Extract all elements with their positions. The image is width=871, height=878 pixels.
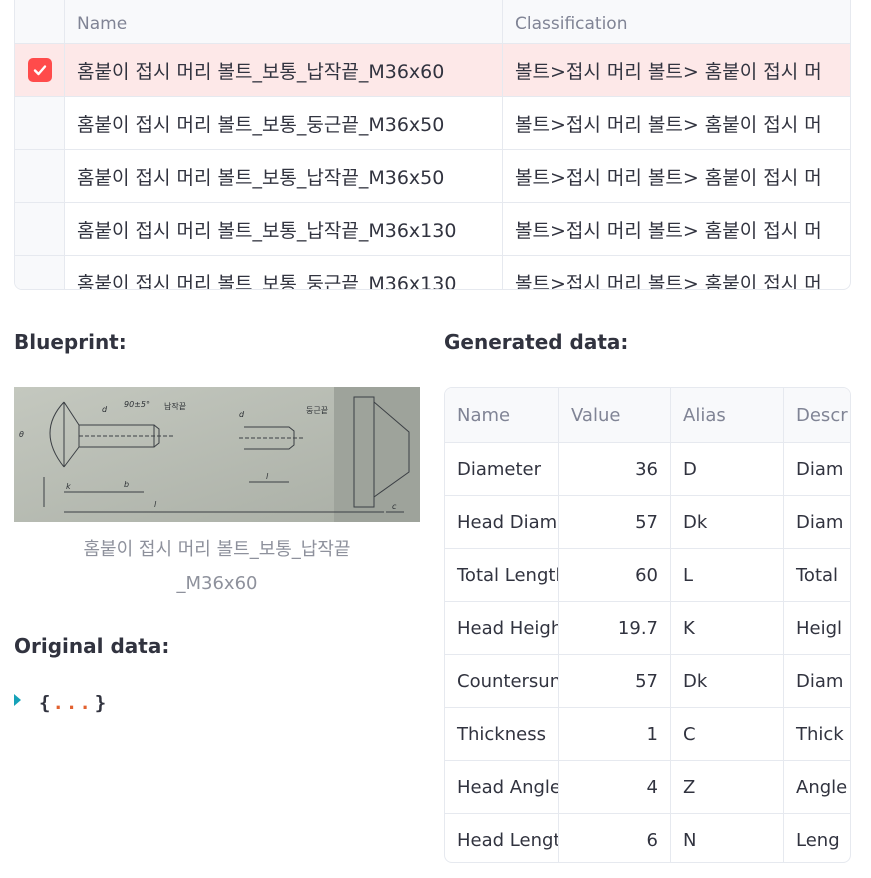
table-row[interactable]: 홈붙이 접시 머리 볼트_보통_납작끝_M36x50 볼트>접시 머리 볼트> … xyxy=(15,150,850,203)
cell-value[interactable]: 4 xyxy=(559,761,671,813)
table-row[interactable]: 홈붙이 접시 머리 볼트_보통_납작끝_M36x60 볼트>접시 머리 볼트> … xyxy=(15,44,850,97)
svg-text:k: k xyxy=(66,482,71,491)
cell-description[interactable]: Angle xyxy=(784,761,850,813)
column-header-name[interactable]: Name xyxy=(445,388,559,442)
table-row[interactable]: Diameter 36 D Diam xyxy=(445,443,850,496)
cell-alias[interactable]: D xyxy=(671,443,784,495)
cell-value[interactable]: 6 xyxy=(559,814,671,862)
cell-description[interactable]: Total xyxy=(784,549,850,601)
column-header-alias[interactable]: Alias xyxy=(671,388,784,442)
table-cell-classification[interactable]: 볼트>접시 머리 볼트> 홈붙이 접시 머 xyxy=(503,97,850,149)
row-select-cell[interactable] xyxy=(15,256,65,289)
checked-checkbox[interactable] xyxy=(27,58,52,82)
table-header: Name Classification xyxy=(15,0,850,44)
cell-description[interactable]: Thick xyxy=(784,708,850,760)
svg-text:둥근끝: 둥근끝 xyxy=(306,406,328,415)
cell-name[interactable]: Head Lengt xyxy=(445,814,559,862)
cell-name[interactable]: Total Lengtl xyxy=(445,549,559,601)
cell-alias[interactable]: Dk xyxy=(671,655,784,707)
checkmark-icon xyxy=(33,65,46,76)
cell-alias[interactable]: K xyxy=(671,602,784,654)
table-row[interactable]: Head Diame 57 Dk Diam xyxy=(445,496,850,549)
table-cell-name[interactable]: 홈붙이 접시 머리 볼트_보통_둥근끝_M36x50 xyxy=(65,97,503,149)
cell-alias[interactable]: Z xyxy=(671,761,784,813)
generated-data-heading: Generated data: xyxy=(444,330,629,354)
blueprint-heading: Blueprint: xyxy=(14,330,127,354)
table-row[interactable]: Head Angle 4 Z Angle xyxy=(445,761,850,814)
cell-alias[interactable]: L xyxy=(671,549,784,601)
header-select-cell[interactable] xyxy=(15,0,65,43)
table-cell-classification[interactable]: 볼트>접시 머리 볼트> 홈붙이 접시 머 xyxy=(503,44,850,96)
json-open-brace: { xyxy=(39,692,51,714)
cell-value[interactable]: 57 xyxy=(559,655,671,707)
column-header-description[interactable]: Descr xyxy=(784,388,850,442)
cell-alias[interactable]: Dk xyxy=(671,496,784,548)
svg-text:90±5°: 90±5° xyxy=(124,400,150,409)
expand-caret-icon[interactable] xyxy=(14,694,21,706)
row-select-cell[interactable] xyxy=(15,203,65,255)
cell-description[interactable]: Diam xyxy=(784,496,850,548)
table-row[interactable]: 홈붙이 접시 머리 볼트_보통_둥근끝_M36x130 볼트>접시 머리 볼트>… xyxy=(15,256,850,290)
table-cell-classification[interactable]: 볼트>접시 머리 볼트> 홈붙이 접시 머 xyxy=(503,203,850,255)
svg-text:θ: θ xyxy=(19,430,24,439)
table-row[interactable]: Head Lengt 6 N Leng xyxy=(445,814,850,862)
table-row[interactable]: Head Heigh 19.7 K Heigl xyxy=(445,602,850,655)
bolt-drawing: θ d 90±5° 납작끝 b k l d 둥근끝 l c xyxy=(14,387,420,522)
table-row[interactable]: 홈붙이 접시 머리 볼트_보통_둥근끝_M36x50 볼트>접시 머리 볼트> … xyxy=(15,97,850,150)
cell-value[interactable]: 19.7 xyxy=(559,602,671,654)
table-row[interactable]: Thickness 1 C Thick xyxy=(445,708,850,761)
row-select-cell[interactable] xyxy=(15,150,65,202)
column-header-name[interactable]: Name xyxy=(65,0,503,43)
cell-description[interactable]: Heigl xyxy=(784,602,850,654)
table-cell-classification[interactable]: 볼트>접시 머리 볼트> 홈붙이 접시 머 xyxy=(503,150,850,202)
cell-description[interactable]: Leng xyxy=(784,814,850,862)
blueprint-image: θ d 90±5° 납작끝 b k l d 둥근끝 l c xyxy=(14,387,420,522)
svg-text:납작끝: 납작끝 xyxy=(164,401,186,411)
cell-description[interactable]: Diam xyxy=(784,443,850,495)
table-row[interactable]: Countersun 57 Dk Diam xyxy=(445,655,850,708)
column-header-value[interactable]: Value xyxy=(559,388,671,442)
generated-data-table: Name Value Alias Descr Diameter 36 D Dia… xyxy=(444,387,851,863)
cell-value[interactable]: 57 xyxy=(559,496,671,548)
json-collapsed-dots[interactable]: ... xyxy=(52,692,92,714)
svg-text:b: b xyxy=(124,480,129,489)
original-data-heading: Original data: xyxy=(14,634,170,658)
cell-name[interactable]: Head Heigh xyxy=(445,602,559,654)
json-viewer-toggle[interactable]: { ... } xyxy=(14,692,106,714)
table-cell-classification[interactable]: 볼트>접시 머리 볼트> 홈붙이 접시 머 xyxy=(503,256,850,290)
cell-name[interactable]: Head Diame xyxy=(445,496,559,548)
results-table: Name Classification 홈붙이 접시 머리 볼트_보통_납작끝_… xyxy=(14,0,851,290)
column-header-classification[interactable]: Classification xyxy=(503,0,850,43)
table-cell-name[interactable]: 홈붙이 접시 머리 볼트_보통_납작끝_M36x50 xyxy=(65,150,503,202)
cell-name[interactable]: Diameter xyxy=(445,443,559,495)
table-cell-name[interactable]: 홈붙이 접시 머리 볼트_보통_둥근끝_M36x130 xyxy=(65,256,503,289)
cell-value[interactable]: 60 xyxy=(559,549,671,601)
cell-alias[interactable]: N xyxy=(671,814,784,862)
table-cell-name[interactable]: 홈붙이 접시 머리 볼트_보통_납작끝_M36x130 xyxy=(65,203,503,255)
cell-value[interactable]: 36 xyxy=(559,443,671,495)
table-row[interactable]: 홈붙이 접시 머리 볼트_보통_납작끝_M36x130 볼트>접시 머리 볼트>… xyxy=(15,203,850,256)
table-cell-name[interactable]: 홈붙이 접시 머리 볼트_보통_납작끝_M36x60 xyxy=(65,44,503,96)
row-select-cell[interactable] xyxy=(15,97,65,149)
svg-text:c: c xyxy=(392,502,397,511)
cell-name[interactable]: Thickness xyxy=(445,708,559,760)
table-row[interactable]: Total Lengtl 60 L Total xyxy=(445,549,850,602)
cell-name[interactable]: Countersun xyxy=(445,655,559,707)
cell-name[interactable]: Head Angle xyxy=(445,761,559,813)
table-header: Name Value Alias Descr xyxy=(445,388,850,443)
cell-value[interactable]: 1 xyxy=(559,708,671,760)
cell-alias[interactable]: C xyxy=(671,708,784,760)
json-close-brace: } xyxy=(94,692,107,714)
caption-line: _M36x60 xyxy=(176,573,258,594)
blueprint-caption: 홈붙이 접시 머리 볼트_보통_납작끝 _M36x60 xyxy=(14,533,420,601)
cell-description[interactable]: Diam xyxy=(784,655,850,707)
caption-line: 홈붙이 접시 머리 볼트_보통_납작끝 xyxy=(83,539,351,560)
row-select-cell[interactable] xyxy=(15,44,65,96)
